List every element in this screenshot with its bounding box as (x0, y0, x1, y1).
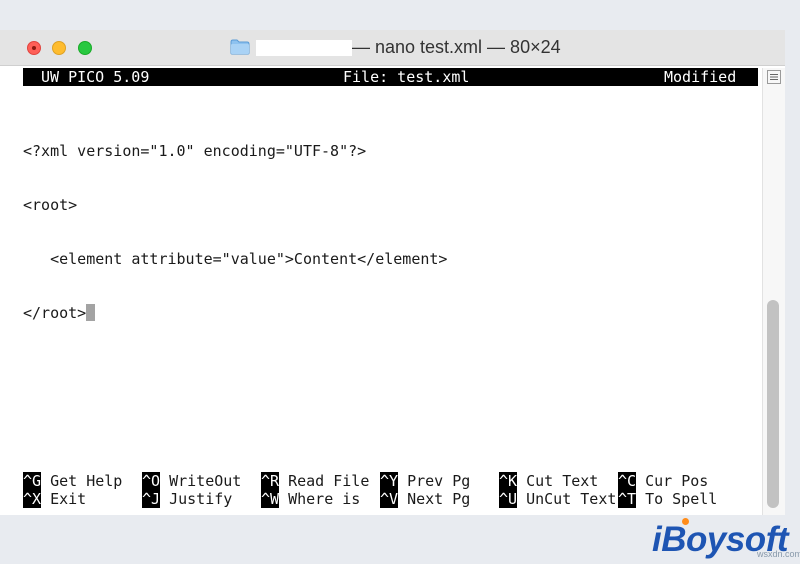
shortcut-key: ^W (261, 490, 280, 508)
shortcut-key: ^K (499, 472, 518, 490)
shortcut-key: ^O (142, 472, 161, 490)
editor-version: UW PICO 5.09 (41, 68, 150, 86)
editor-header: UW PICO 5.09 File: test.xml Modified (23, 68, 758, 86)
shortcut-key: ^V (380, 490, 399, 508)
title-bar[interactable]: — nano test.xml — 80×24 (0, 30, 785, 66)
brand-logo-dot (682, 518, 689, 525)
shortcut-uncut-text[interactable]: ^U UnCut Text (499, 490, 616, 508)
shortcut-label: WriteOut (160, 472, 242, 490)
shortcut-label: Cut Text (517, 472, 599, 490)
terminal-window: — nano test.xml — 80×24 UW PICO 5.09 Fil… (0, 30, 785, 515)
shortcut-key: ^J (142, 490, 161, 508)
shortcut-row-2: ^X Exit ^J Justify ^W Where is ^V Next P… (23, 490, 758, 508)
shortcut-label: UnCut Text (517, 490, 617, 508)
shortcut-cut-text[interactable]: ^K Cut Text (499, 472, 598, 490)
shortcut-label: To Spell (636, 490, 718, 508)
shortcut-label: Read File (279, 472, 370, 490)
shortcut-bar: ^G Get Help ^O WriteOut ^R Read File ^Y … (23, 472, 758, 544)
scroll-menu-icon[interactable] (767, 70, 781, 84)
window-title: — nano test.xml — 80×24 (352, 37, 561, 57)
shortcut-label: Justify (160, 490, 233, 508)
text-cursor (86, 304, 96, 321)
shortcut-to-spell[interactable]: ^T To Spell (618, 490, 717, 508)
shortcut-row-1: ^G Get Help ^O WriteOut ^R Read File ^Y … (23, 472, 758, 490)
code-line: <root> (23, 196, 78, 214)
editor-status: Modified (664, 68, 737, 86)
code-line: <?xml version="1.0" encoding="UTF-8"?> (23, 142, 367, 160)
shortcut-justify[interactable]: ^J Justify (142, 490, 232, 508)
shortcut-key: ^Y (380, 472, 399, 490)
shortcut-label: Next Pg (398, 490, 471, 508)
shortcut-writeout[interactable]: ^O WriteOut (142, 472, 241, 490)
folder-icon (230, 39, 250, 55)
shortcut-label: Exit (41, 490, 87, 508)
shortcut-cur-pos[interactable]: ^C Cur Pos (618, 472, 708, 490)
shortcut-key: ^G (23, 472, 42, 490)
shortcut-prev-page[interactable]: ^Y Prev Pg (380, 472, 470, 490)
scroll-thumb[interactable] (767, 300, 779, 508)
editor-content[interactable]: <?xml version="1.0" encoding="UTF-8"?> <… (23, 106, 447, 358)
code-line: </root> (23, 304, 87, 322)
terminal-body[interactable]: UW PICO 5.09 File: test.xml Modified <?x… (23, 68, 758, 515)
shortcut-key: ^R (261, 472, 280, 490)
code-line: <element attribute="value">Content</elem… (23, 250, 448, 268)
shortcut-next-page[interactable]: ^V Next Pg (380, 490, 470, 508)
shortcut-read-file[interactable]: ^R Read File (261, 472, 369, 490)
watermark: wsxdn.com (757, 549, 800, 559)
shortcut-key: ^T (618, 490, 637, 508)
shortcut-label: Cur Pos (636, 472, 709, 490)
zoom-icon[interactable] (78, 41, 92, 55)
shortcut-exit[interactable]: ^X Exit (23, 490, 86, 508)
shortcut-key: ^U (499, 490, 518, 508)
code-line-cursor: </root> (23, 304, 447, 322)
shortcut-label: Prev Pg (398, 472, 471, 490)
shortcut-label: Get Help (41, 472, 123, 490)
close-icon[interactable] (27, 41, 41, 55)
shortcut-key: ^C (618, 472, 637, 490)
minimize-icon[interactable] (52, 41, 66, 55)
shortcut-where-is[interactable]: ^W Where is (261, 490, 360, 508)
shortcut-label: Where is (279, 490, 361, 508)
editor-file-name: File: test.xml (343, 68, 470, 86)
shortcut-key: ^X (23, 490, 42, 508)
redacted-user-name (256, 40, 352, 56)
shortcut-get-help[interactable]: ^G Get Help (23, 472, 122, 490)
vertical-scrollbar[interactable] (762, 68, 785, 515)
